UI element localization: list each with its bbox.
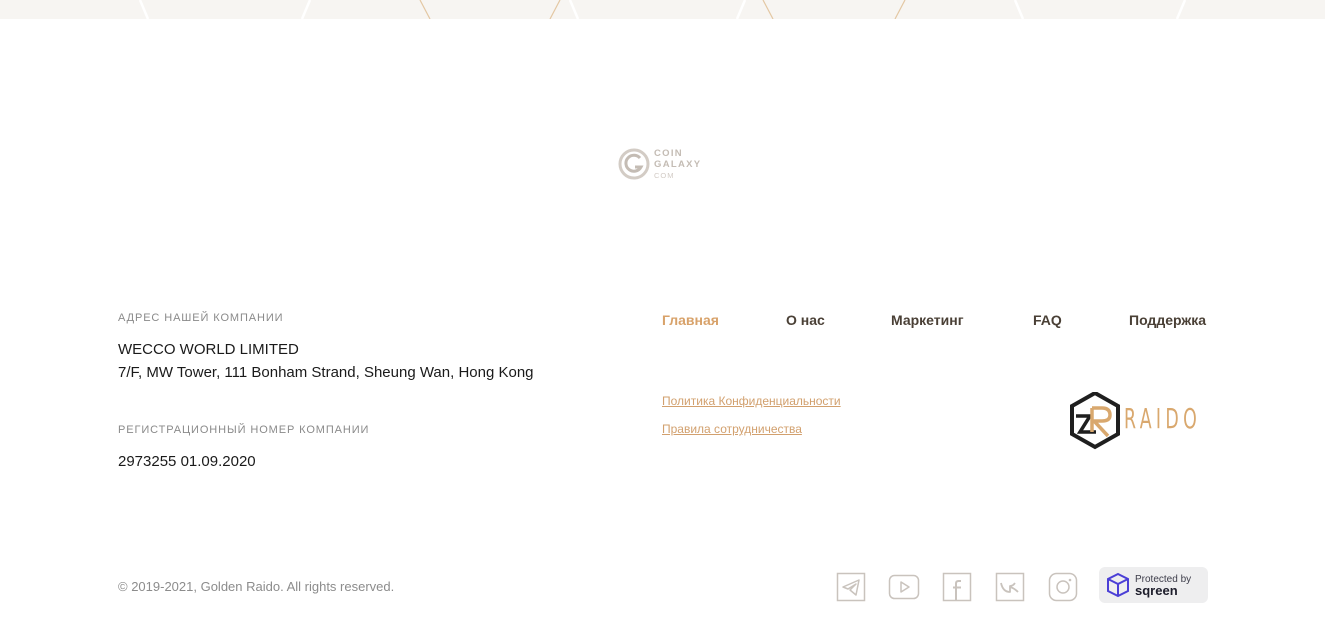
logo-line-2: GALAXY (654, 158, 702, 170)
coin-galaxy-logo[interactable]: COIN GALAXY COM (618, 146, 718, 182)
logo-line-1: COIN (654, 147, 683, 159)
nav-item-about[interactable]: О нас (786, 312, 825, 328)
company-name: WECCO WORLD LIMITED (118, 341, 299, 358)
facebook-icon[interactable] (942, 572, 972, 602)
registration-number: 2973255 01.09.2020 (118, 453, 256, 470)
company-address: 7/F, MW Tower, 111 Bonham Strand, Sheung… (118, 364, 534, 381)
top-decorative-band (0, 0, 1325, 19)
privacy-policy-link[interactable]: Политика Конфиденциальности (662, 394, 841, 408)
nav-item-home[interactable]: Главная (662, 312, 719, 328)
registration-caption: РЕГИСТРАЦИОННЫЙ НОМЕР КОМПАНИИ (118, 424, 370, 436)
sqreen-badge-brand: sqreen (1135, 583, 1178, 598)
nav-item-marketing[interactable]: Маркетинг (891, 312, 964, 328)
raido-logo[interactable]: RAIDO (1068, 390, 1208, 450)
partnership-rules-link[interactable]: Правила сотрудничества (662, 422, 802, 436)
vk-icon[interactable] (995, 572, 1025, 602)
youtube-icon[interactable] (888, 572, 920, 602)
sqreen-cube-icon (1107, 572, 1129, 598)
sqreen-badge-text: Protected by sqreen (1135, 574, 1191, 598)
hexagon-pattern (138, 0, 1187, 19)
instagram-icon[interactable] (1048, 572, 1078, 602)
nav-item-faq[interactable]: FAQ (1033, 312, 1062, 328)
address-caption: АДРЕС НАШЕЙ КОМПАНИИ (118, 312, 284, 324)
coin-galaxy-wordmark: COIN GALAXY COM (654, 148, 701, 181)
coin-galaxy-icon (618, 148, 650, 180)
nav-item-support[interactable]: Поддержка (1129, 312, 1206, 328)
raido-wordmark: RAIDO (1124, 402, 1202, 435)
telegram-icon[interactable] (836, 572, 866, 602)
logo-line-3: COM (654, 170, 675, 180)
copyright-text: © 2019-2021, Golden Raido. All rights re… (118, 579, 395, 594)
sqreen-protection-badge[interactable]: Protected by sqreen (1099, 567, 1208, 603)
